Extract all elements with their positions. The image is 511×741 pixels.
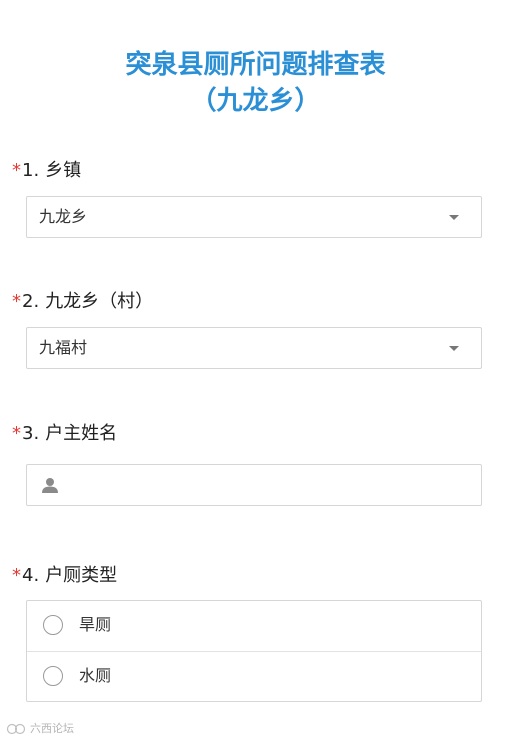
question-text: 户主姓名 xyxy=(45,423,118,444)
form-subtitle: （九龙乡） xyxy=(190,86,321,116)
question-3-label: *3. 户主姓名 xyxy=(12,423,117,445)
select-value: 九福村 xyxy=(39,338,88,357)
question-1-label: *1. 乡镇 xyxy=(12,160,81,182)
radio-label: 旱厕 xyxy=(79,615,112,634)
watermark-text: 六西论坛 xyxy=(30,722,74,735)
question-number: 3. xyxy=(22,423,40,444)
question-number: 2. xyxy=(22,291,40,312)
question-2-label: *2. 九龙乡（村） xyxy=(12,291,153,313)
watermark: 六西论坛 xyxy=(6,722,74,736)
question-4-label: *4. 户厕类型 xyxy=(12,565,117,587)
person-icon xyxy=(42,478,58,493)
radio-option-flush-toilet[interactable]: 水厕 xyxy=(27,652,481,702)
select-value: 九龙乡 xyxy=(39,207,88,226)
question-number: 1. xyxy=(22,160,40,181)
radio-button[interactable] xyxy=(43,666,63,686)
village-select[interactable]: 九福村 xyxy=(26,327,482,369)
question-text: 户厕类型 xyxy=(45,565,118,586)
radio-label: 水厕 xyxy=(79,666,112,685)
required-asterisk: * xyxy=(12,160,21,181)
radio-button[interactable] xyxy=(43,615,63,635)
question-text: 乡镇 xyxy=(45,160,82,181)
toilet-type-radio-group: 旱厕 水厕 xyxy=(26,600,482,702)
radio-option-dry-toilet[interactable]: 旱厕 xyxy=(27,601,481,652)
required-asterisk: * xyxy=(12,291,21,312)
required-asterisk: * xyxy=(12,565,21,586)
form-title: 突泉县厕所问题排查表 xyxy=(125,50,386,80)
question-number: 4. xyxy=(22,565,40,586)
required-asterisk: * xyxy=(12,423,21,444)
township-select[interactable]: 九龙乡 xyxy=(26,196,482,238)
forum-logo-icon xyxy=(6,723,26,735)
chevron-down-icon xyxy=(449,346,459,351)
question-text: 九龙乡（村） xyxy=(45,291,154,312)
householder-name-input[interactable] xyxy=(26,464,482,506)
chevron-down-icon xyxy=(449,215,459,220)
